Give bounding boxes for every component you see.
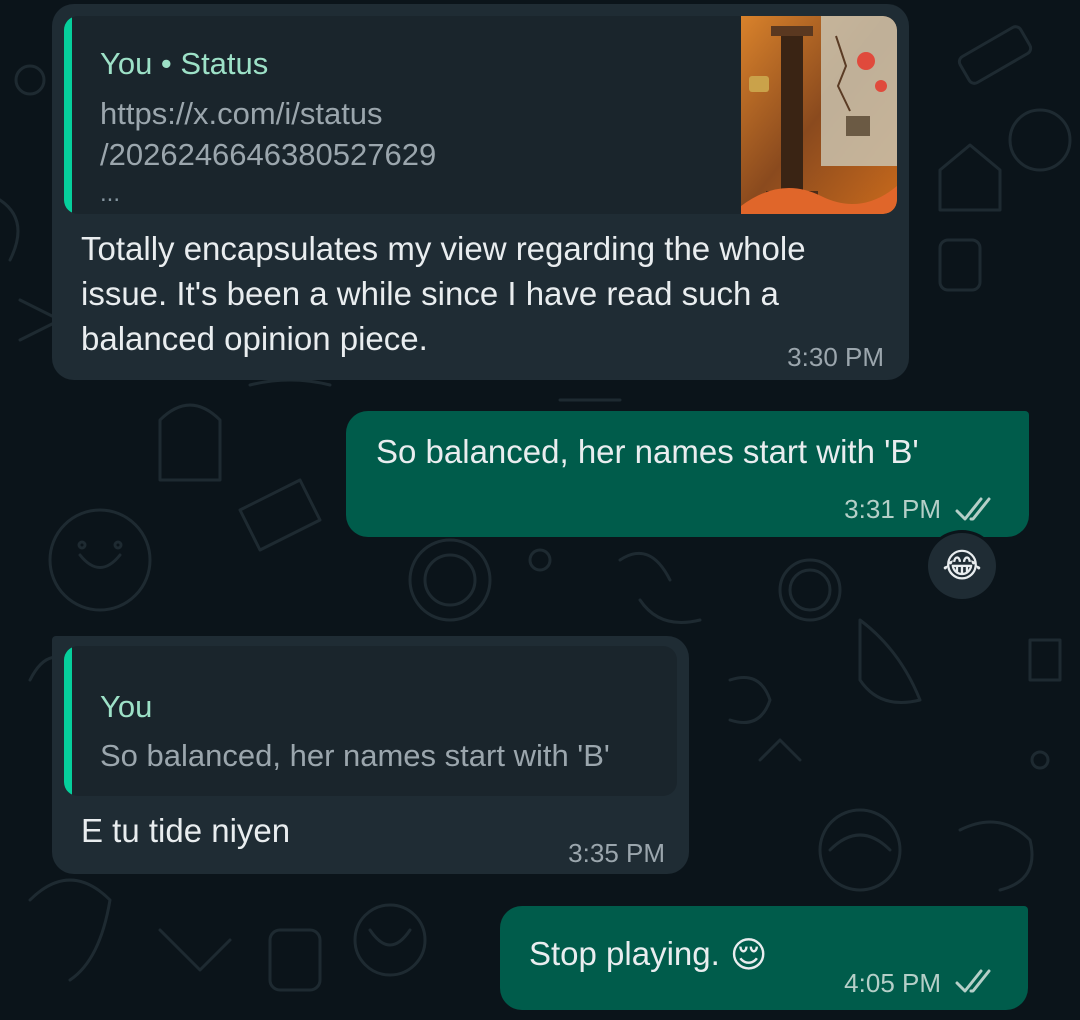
quoted-status-reply[interactable]: You • Status https://x.com/i/status /202… [64, 16, 897, 214]
quote-author: You • Status [100, 46, 269, 81]
quote-link-text: https://x.com/i/status /2026246646380527… [100, 93, 620, 175]
relieved-face-emoji: 😌 [729, 934, 768, 975]
quote-link-line-1: https://x.com/i/status [100, 96, 383, 131]
status-thumbnail-image[interactable] [741, 16, 897, 214]
message-text: Totally encapsulates my view regarding t… [81, 230, 806, 357]
incoming-message-bubble[interactable]: You • Status https://x.com/i/status /202… [52, 4, 909, 380]
quote-accent-bar [64, 646, 72, 796]
message-text: Stop playing. [529, 935, 720, 972]
message-timestamp: 3:31 PM [844, 494, 941, 524]
message-content: Stop playing. 😌 [529, 934, 767, 976]
reaction-emoji[interactable]: 😂 [925, 530, 999, 602]
incoming-message-bubble[interactable]: You So balanced, her names start with 'B… [52, 636, 689, 874]
quote-ellipsis: ... [100, 180, 121, 207]
quote-author: You [100, 689, 153, 724]
double-check-icon [955, 497, 991, 521]
message-text: E tu tide niyen [81, 812, 291, 849]
message-timestamp: 4:05 PM [844, 968, 941, 998]
quote-accent-bar [64, 16, 72, 214]
outgoing-message-bubble[interactable]: So balanced, her names start with 'B' 3:… [346, 411, 1029, 537]
quoted-reply[interactable]: You So balanced, her names start with 'B… [64, 646, 677, 796]
message-timestamp: 3:35 PM [568, 838, 665, 868]
quote-text: So balanced, her names start with 'B' [100, 738, 610, 773]
message-text: So balanced, her names start with 'B' [376, 433, 919, 470]
quote-link-line-2: /2026246646380527629 [100, 137, 437, 172]
message-timestamp: 3:30 PM [787, 342, 884, 372]
double-check-icon [955, 969, 991, 993]
outgoing-message-bubble[interactable]: Stop playing. 😌 4:05 PM [500, 906, 1028, 1010]
